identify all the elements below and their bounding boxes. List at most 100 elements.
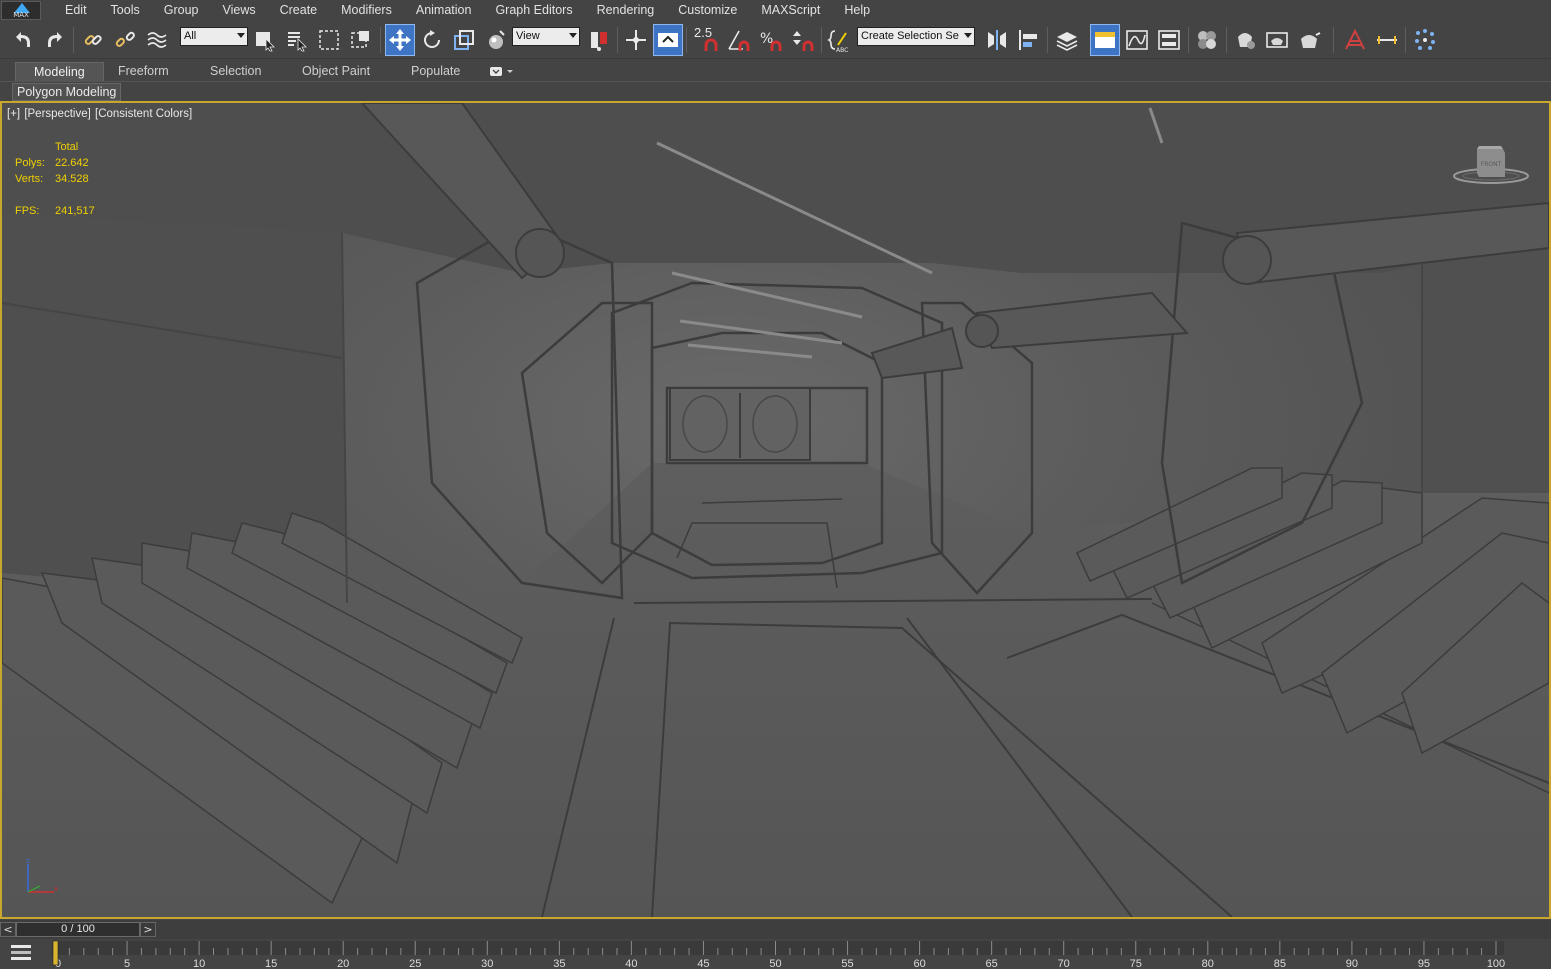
menu-modifiers[interactable]: Modifiers <box>329 0 404 21</box>
menu-views[interactable]: Views <box>210 0 267 21</box>
measure-button[interactable] <box>1372 24 1402 56</box>
rendered-frame-window-icon <box>1266 32 1288 48</box>
axis-tripod: z x <box>20 857 60 898</box>
mirror-button[interactable] <box>982 24 1012 56</box>
tab-selection[interactable]: Selection <box>192 62 279 81</box>
track-label: 10 <box>193 958 205 969</box>
select-and-manipulate-button[interactable] <box>621 24 651 56</box>
rendered-frame-window-button[interactable] <box>1262 24 1292 56</box>
menu-create[interactable]: Create <box>268 0 330 21</box>
viewport-point-of-view-menu[interactable]: [Perspective] <box>24 108 90 120</box>
move-icon <box>389 29 411 51</box>
undo-button[interactable] <box>8 24 38 56</box>
track-label: 40 <box>625 958 637 969</box>
undo-icon <box>16 32 30 47</box>
menu-tools[interactable]: Tools <box>99 0 152 21</box>
viewport-shading-menu[interactable]: [Consistent Colors] <box>95 108 192 120</box>
redo-button[interactable] <box>40 24 70 56</box>
track-label: 5 <box>124 958 130 969</box>
menu-animation[interactable]: Animation <box>404 0 484 21</box>
track-label: 95 <box>1418 958 1430 969</box>
track-label: 45 <box>697 958 709 969</box>
named-selection-set-value: Create Selection Se <box>861 30 959 42</box>
perspective-viewport[interactable]: [+] [Perspective] [Consistent Colors] To… <box>0 101 1551 919</box>
viewport-plus-menu[interactable]: [+] <box>7 108 20 120</box>
time-slider-next-button[interactable]: > <box>140 922 156 937</box>
percent-snap-toggle-button[interactable]: % <box>756 24 786 56</box>
select-manipulate-icon <box>626 30 646 50</box>
track-labels: 0510152025303540455055606570758085909510… <box>55 958 1505 969</box>
app-logo-button[interactable]: MAX <box>1 1 41 20</box>
angle-snap-toggle-button[interactable] <box>724 24 754 56</box>
menu-help[interactable]: Help <box>832 0 882 21</box>
rectangular-selection-button[interactable] <box>314 24 344 56</box>
stats-header: Total <box>55 141 79 153</box>
polygon-modeling-panel[interactable]: Polygon Modeling <box>12 83 122 101</box>
toggle-ribbon-button[interactable] <box>1090 24 1120 56</box>
tab-populate[interactable]: Populate <box>393 62 478 81</box>
material-editor-button[interactable] <box>1192 24 1222 56</box>
track-ticks <box>54 941 1497 955</box>
named-selection-set-dropdown[interactable]: Create Selection Se <box>857 27 975 46</box>
track-bar[interactable]: 0510152025303540455055606570758085909510… <box>0 939 1551 969</box>
schematic-view-button[interactable] <box>1154 24 1184 56</box>
app-logo-text: MAX <box>13 11 29 19</box>
civil-view-button[interactable] <box>1340 24 1370 56</box>
layer-explorer-icon <box>1056 32 1078 51</box>
scene-explorer-button[interactable] <box>1052 24 1082 56</box>
menu-customize[interactable]: Customize <box>666 0 749 21</box>
render-production-icon <box>1301 32 1321 48</box>
track-label: 60 <box>913 958 925 969</box>
time-slider[interactable]: < 0 / 100 > <box>0 920 1551 939</box>
viewcube[interactable]: FRONT <box>1451 143 1531 187</box>
menu-rendering[interactable]: Rendering <box>585 0 667 21</box>
viewport-label-menu[interactable]: [+] [Perspective] [Consistent Colors] <box>7 108 193 120</box>
tab-object-paint[interactable]: Object Paint <box>284 62 388 81</box>
track-label: 25 <box>409 958 421 969</box>
render-production-button[interactable] <box>1294 24 1324 56</box>
keyboard-shortcut-override-button[interactable] <box>653 24 683 56</box>
select-by-name-icon <box>288 32 307 52</box>
snaps-toggle-button[interactable] <box>692 24 722 56</box>
ribbon-options-button[interactable] <box>489 65 515 78</box>
particle-view-button[interactable] <box>1410 24 1440 56</box>
rect-selection-icon <box>319 30 339 50</box>
spinner-snap-toggle-button[interactable] <box>788 24 818 56</box>
tab-freeform[interactable]: Freeform <box>100 62 187 81</box>
select-and-move-button[interactable] <box>385 24 415 56</box>
select-object-button[interactable] <box>250 24 280 56</box>
menu-edit[interactable]: Edit <box>53 0 99 21</box>
axis-x-label: x <box>54 885 58 893</box>
track-label: 35 <box>553 958 565 969</box>
select-by-name-button[interactable] <box>282 24 312 56</box>
time-slider-thumb[interactable]: 0 / 100 <box>16 922 140 937</box>
window-crossing-button[interactable] <box>346 24 376 56</box>
menu-maxscript[interactable]: MAXScript <box>749 0 832 21</box>
use-pivot-center-button[interactable] <box>584 24 614 56</box>
curve-editor-button[interactable] <box>1122 24 1152 56</box>
select-and-link-button[interactable] <box>78 24 108 56</box>
mirror-icon <box>988 30 1006 50</box>
select-and-rotate-button[interactable] <box>417 24 447 56</box>
percent-snap-icon: % <box>760 31 782 51</box>
tab-modeling[interactable]: Modeling <box>15 62 104 81</box>
edit-named-selection-icon: ABC <box>827 30 848 53</box>
reference-coordinate-dropdown[interactable]: View <box>512 27 580 46</box>
select-and-place-button[interactable] <box>481 24 511 56</box>
track-label: 90 <box>1346 958 1358 969</box>
bind-space-warp-button[interactable] <box>142 24 172 56</box>
menu-group[interactable]: Group <box>152 0 211 21</box>
align-button[interactable] <box>1014 24 1044 56</box>
select-and-scale-button[interactable] <box>449 24 479 56</box>
unlink-selection-button[interactable] <box>110 24 140 56</box>
track-label: 20 <box>337 958 349 969</box>
time-slider-prev-button[interactable]: < <box>0 922 16 937</box>
stats-polys-value: 22.642 <box>55 157 89 169</box>
edit-named-selection-button[interactable]: ABC <box>824 24 854 56</box>
menu-graph-editors[interactable]: Graph Editors <box>483 0 584 21</box>
measure-icon <box>1377 36 1397 44</box>
keyboard-shortcut-icon <box>658 33 678 47</box>
selection-filter-dropdown[interactable]: All <box>180 27 248 46</box>
render-setup-button[interactable] <box>1230 24 1260 56</box>
current-frame-marker[interactable] <box>52 940 59 966</box>
